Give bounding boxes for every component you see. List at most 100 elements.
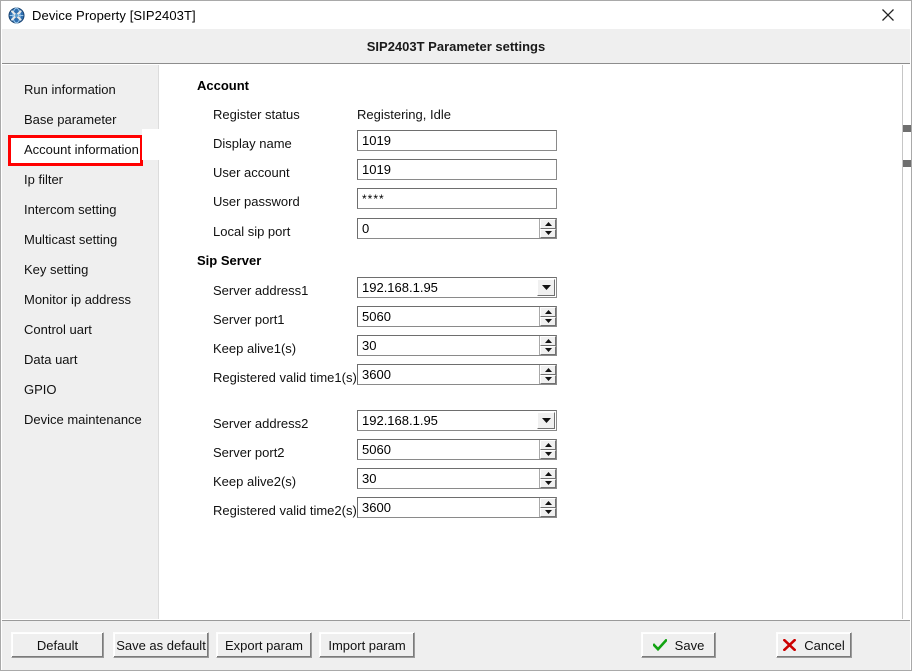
user-account-field[interactable] — [357, 159, 557, 180]
sidebar-item-label: Multicast setting — [24, 232, 118, 247]
sidebar-item-multicast-setting[interactable]: Multicast setting — [2, 225, 158, 255]
display-name-field[interactable] — [357, 130, 557, 151]
registered-valid-time1-field[interactable] — [357, 364, 557, 385]
keep-alive2-stepper[interactable] — [539, 469, 556, 488]
sidebar-item-control-uart[interactable]: Control uart — [2, 315, 158, 345]
server-port1-stepper[interactable] — [539, 307, 556, 326]
sidebar-item-label: Run information — [24, 82, 116, 97]
keep-alive2-label: Keep alive2(s) — [213, 473, 297, 489]
server-port2-label: Server port2 — [213, 444, 285, 460]
display-name-input[interactable] — [358, 131, 556, 150]
user-account-label: User account — [213, 164, 290, 180]
sidebar-item-data-uart[interactable]: Data uart — [2, 345, 158, 375]
stepper-up-icon[interactable] — [540, 440, 556, 450]
registered-valid-time2-field[interactable] — [357, 497, 557, 518]
sidebar-item-label: Control uart — [24, 322, 92, 337]
stepper-up-icon[interactable] — [540, 219, 556, 229]
keep-alive2-field[interactable] — [357, 468, 557, 489]
sidebar-item-device-maintenance[interactable]: Device maintenance — [2, 405, 158, 435]
stepper-up-icon[interactable] — [540, 498, 556, 508]
user-password-input[interactable] — [358, 189, 556, 208]
export-param-button[interactable]: Export param — [216, 632, 312, 658]
local-sip-port-row: Local sip port — [213, 221, 363, 241]
sidebar-item-monitor-ip-address[interactable]: Monitor ip address — [2, 285, 158, 315]
stepper-down-icon[interactable] — [540, 449, 556, 459]
stepper-down-icon[interactable] — [540, 507, 556, 517]
server-port1-input[interactable] — [358, 307, 539, 326]
default-button-label: Default — [36, 637, 79, 653]
save-as-default-button[interactable]: Save as default — [113, 632, 209, 658]
stepper-up-icon[interactable] — [540, 365, 556, 375]
green-check-icon — [652, 639, 667, 651]
sidebar-item-key-setting[interactable]: Key setting — [2, 255, 158, 285]
registered-valid-time1-label: Registered valid time1(s) — [213, 369, 357, 385]
sidebar-item-label: Ip filter — [24, 172, 64, 187]
server-address2-input[interactable] — [358, 411, 537, 430]
vertical-scrollbar[interactable] — [902, 65, 911, 619]
cancel-button[interactable]: Cancel — [776, 632, 852, 658]
keep-alive2-input[interactable] — [358, 469, 539, 488]
register-status-value-row: Registering, Idle — [357, 104, 597, 124]
registered-valid-time1-input[interactable] — [358, 365, 539, 384]
local-sip-port-input[interactable] — [358, 219, 539, 238]
keep-alive1-stepper[interactable] — [539, 336, 556, 355]
import-param-button-label: Import param — [328, 637, 406, 653]
server-address1-input[interactable] — [358, 278, 537, 297]
registered-valid-time2-row: Registered valid time2(s) — [213, 500, 373, 520]
local-sip-port-stepper[interactable] — [539, 219, 556, 238]
server-port1-field[interactable] — [357, 306, 557, 327]
stepper-down-icon[interactable] — [540, 345, 556, 355]
sidebar-item-ip-filter[interactable]: Ip filter — [2, 165, 158, 195]
save-button[interactable]: Save — [641, 632, 716, 658]
stepper-down-icon[interactable] — [540, 316, 556, 326]
server-port2-field[interactable] — [357, 439, 557, 460]
registered-valid-time2-input[interactable] — [358, 498, 539, 517]
red-cross-icon — [783, 639, 797, 651]
server-address1-row: Server address1 — [213, 280, 363, 300]
sidebar-item-intercom-setting[interactable]: Intercom setting — [2, 195, 158, 225]
save-as-default-button-label: Save as default — [116, 637, 206, 653]
server-address1-label: Server address1 — [213, 282, 309, 298]
local-sip-port-field[interactable] — [357, 218, 557, 239]
sidebar-item-account-information[interactable]: Account information — [2, 135, 158, 165]
server-address2-label: Server address2 — [213, 415, 309, 431]
keep-alive1-field[interactable] — [357, 335, 557, 356]
user-password-row: User password — [213, 191, 363, 211]
scrollbar-mark — [903, 160, 911, 167]
server-port2-input[interactable] — [358, 440, 539, 459]
stepper-down-icon[interactable] — [540, 374, 556, 384]
close-button[interactable] — [865, 1, 911, 29]
sidebar-item-base-parameter[interactable]: Base parameter — [2, 105, 158, 135]
selection-bleed — [142, 129, 159, 160]
chevron-down-icon[interactable] — [537, 412, 555, 429]
user-account-input[interactable] — [358, 160, 556, 179]
sip-server-section-title: Sip Server — [197, 253, 262, 268]
sidebar: Run information Base parameter Account i… — [2, 65, 159, 619]
import-param-button[interactable]: Import param — [319, 632, 415, 658]
registered-valid-time1-stepper[interactable] — [539, 365, 556, 384]
server-address2-field[interactable] — [357, 410, 557, 431]
server-port2-stepper[interactable] — [539, 440, 556, 459]
user-password-field[interactable] — [357, 188, 557, 209]
sidebar-item-label: Account information — [24, 142, 139, 157]
stepper-up-icon[interactable] — [540, 336, 556, 346]
server-address1-field[interactable] — [357, 277, 557, 298]
display-name-row: Display name — [213, 133, 363, 153]
keep-alive1-input[interactable] — [358, 336, 539, 355]
default-button[interactable]: Default — [11, 632, 104, 658]
sidebar-item-run-information[interactable]: Run information — [2, 75, 158, 105]
stepper-down-icon[interactable] — [540, 228, 556, 238]
registered-valid-time2-stepper[interactable] — [539, 498, 556, 517]
window-title: Device Property [SIP2403T] — [32, 7, 196, 23]
sidebar-item-gpio[interactable]: GPIO — [2, 375, 158, 405]
device-property-dialog: Device Property [SIP2403T] SIP2403T Para… — [0, 0, 912, 671]
close-icon — [881, 8, 895, 22]
server-port1-label: Server port1 — [213, 311, 285, 327]
stepper-up-icon[interactable] — [540, 469, 556, 479]
stepper-down-icon[interactable] — [540, 478, 556, 488]
stepper-up-icon[interactable] — [540, 307, 556, 317]
account-section-title: Account — [197, 78, 249, 93]
sidebar-item-account-information-wrap: Account information — [2, 135, 158, 166]
cancel-button-label: Cancel — [804, 637, 845, 653]
chevron-down-icon[interactable] — [537, 279, 555, 296]
